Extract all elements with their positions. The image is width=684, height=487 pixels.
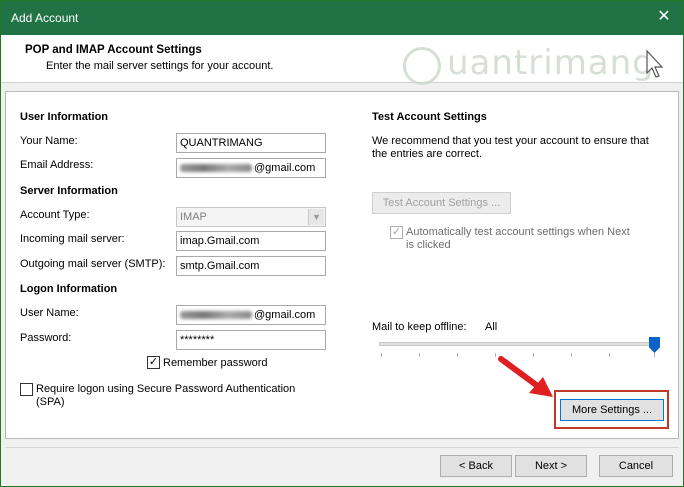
watermark-logo: uantrimang xyxy=(401,41,654,87)
header-subtitle: Enter the mail server settings for your … xyxy=(46,60,274,72)
outgoing-server-field[interactable]: smtp.Gmail.com xyxy=(176,256,326,276)
password-field[interactable]: ******** xyxy=(176,330,326,350)
server-information-heading: Server Information xyxy=(20,185,118,197)
close-icon[interactable]: ✕ xyxy=(655,8,673,26)
more-settings-button[interactable]: More Settings ... xyxy=(560,399,664,421)
test-description-line1: We recommend that you test your account … xyxy=(372,135,649,147)
redacted-text xyxy=(180,164,252,173)
mail-offline-slider-track[interactable] xyxy=(379,342,657,346)
watermark-circle-icon xyxy=(403,47,441,85)
mail-offline-value: All xyxy=(485,321,498,333)
your-name-label: Your Name: xyxy=(20,135,78,147)
email-address-value: @gmail.com xyxy=(254,162,316,174)
incoming-server-label: Incoming mail server: xyxy=(20,233,125,245)
chevron-down-icon: ▼ xyxy=(308,209,324,225)
user-information-heading: User Information xyxy=(20,111,109,123)
spa-checkbox[interactable] xyxy=(20,383,33,396)
back-button[interactable]: < Back xyxy=(440,455,512,477)
outgoing-server-value: smtp.Gmail.com xyxy=(180,260,260,272)
slider-tick xyxy=(609,353,610,357)
account-type-value: IMAP xyxy=(180,211,207,223)
watermark-text: uantrimang xyxy=(447,43,655,83)
remember-password-checkbox[interactable]: ✓ xyxy=(147,356,160,369)
user-name-label: User Name: xyxy=(20,307,79,319)
slider-tick xyxy=(381,353,382,357)
test-account-heading: Test Account Settings xyxy=(372,111,487,123)
add-account-dialog: Add Account ✕ POP and IMAP Account Setti… xyxy=(0,0,684,487)
checkmark-icon: ✓ xyxy=(148,356,159,368)
email-address-field[interactable]: @gmail.com xyxy=(176,158,326,178)
test-account-settings-button[interactable]: Test Account Settings ... xyxy=(372,192,511,214)
remember-password-label: Remember password xyxy=(163,357,268,369)
slider-tick xyxy=(654,353,655,357)
user-name-field[interactable]: @gmail.com xyxy=(176,305,326,325)
account-type-label: Account Type: xyxy=(20,209,90,221)
next-button[interactable]: Next > xyxy=(515,455,587,477)
auto-test-label-line1: Automatically test account settings when… xyxy=(406,226,630,238)
logon-information-heading: Logon Information xyxy=(20,283,118,295)
outgoing-server-label: Outgoing mail server (SMTP): xyxy=(20,258,166,270)
incoming-server-field[interactable]: imap.Gmail.com xyxy=(176,231,326,251)
slider-tick xyxy=(419,353,420,357)
email-address-label: Email Address: xyxy=(20,159,94,171)
slider-tick xyxy=(571,353,572,357)
cursor-icon xyxy=(646,49,664,78)
red-arrow-icon xyxy=(498,356,553,397)
title-bar: Add Account ✕ xyxy=(1,1,683,35)
your-name-field[interactable]: QUANTRIMANG xyxy=(176,133,326,153)
dialog-header: POP and IMAP Account Settings Enter the … xyxy=(1,35,683,85)
password-label: Password: xyxy=(20,332,72,344)
your-name-value: QUANTRIMANG xyxy=(180,137,263,149)
auto-test-label-line2: is clicked xyxy=(406,239,451,251)
spa-label-line1: Require logon using Secure Password Auth… xyxy=(36,383,296,395)
spa-label-line2: (SPA) xyxy=(36,396,65,408)
slider-tick xyxy=(457,353,458,357)
header-title: POP and IMAP Account Settings xyxy=(25,44,202,56)
footer-divider xyxy=(5,447,679,448)
checkmark-icon: ✓ xyxy=(391,226,402,238)
account-type-select: IMAP ▼ xyxy=(176,207,326,227)
test-description-line2: the entries are correct. xyxy=(372,148,483,160)
window-title: Add Account xyxy=(11,11,79,25)
password-value: ******** xyxy=(180,334,215,346)
auto-test-checkbox[interactable]: ✓ xyxy=(390,226,403,239)
mail-offline-label: Mail to keep offline: xyxy=(372,321,467,333)
cancel-button[interactable]: Cancel xyxy=(599,455,673,477)
incoming-server-value: imap.Gmail.com xyxy=(180,235,260,247)
redacted-text xyxy=(180,311,252,320)
user-name-value: @gmail.com xyxy=(254,309,316,321)
